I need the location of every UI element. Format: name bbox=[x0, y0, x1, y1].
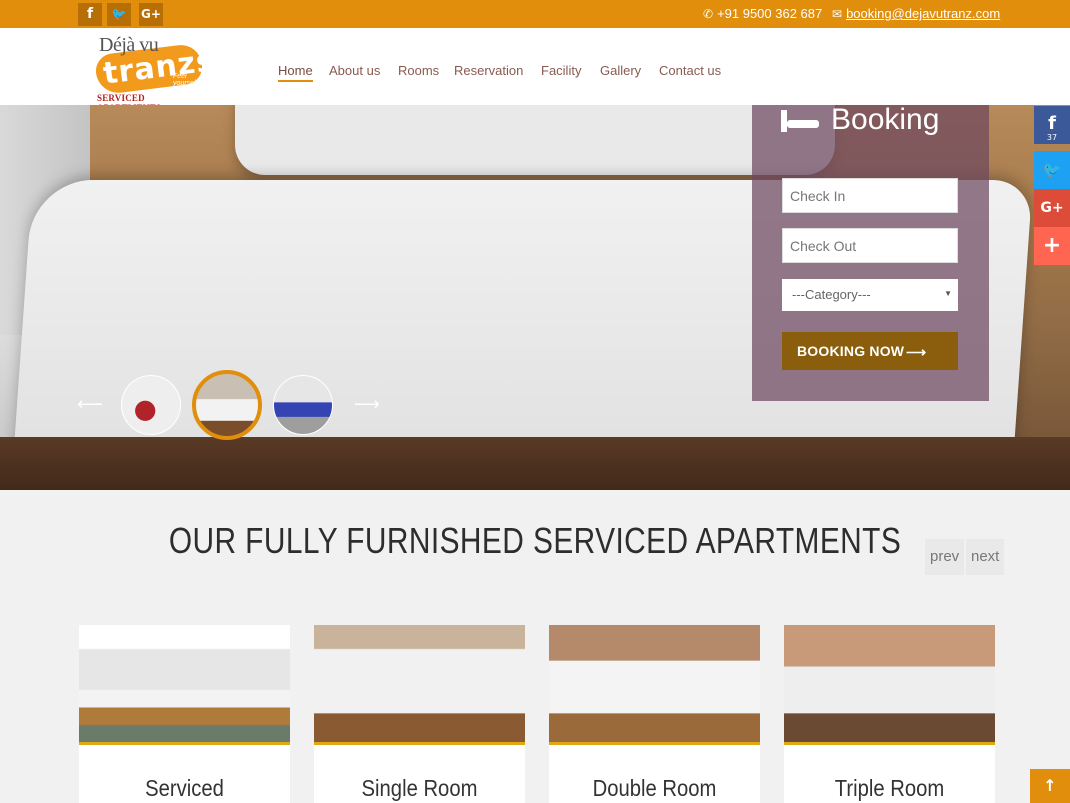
email-info: ✉ booking@dejavutranz.com bbox=[832, 6, 1000, 21]
hero-bed-back bbox=[235, 105, 835, 175]
nav-about-us[interactable]: About us bbox=[329, 63, 380, 78]
nav-rooms[interactable]: Rooms bbox=[398, 63, 439, 78]
nav-contact-us[interactable]: Contact us bbox=[659, 63, 721, 78]
phone-number: +91 9500 362 687 bbox=[717, 6, 823, 21]
facebook-share-icon: f bbox=[1048, 113, 1056, 134]
twitter-share-button[interactable]: 🐦 bbox=[1034, 151, 1070, 189]
slider-next-arrow[interactable]: ⟶ bbox=[354, 396, 380, 414]
more-share-button[interactable]: + bbox=[1034, 227, 1070, 265]
facebook-share-button[interactable]: f 37 bbox=[1034, 106, 1070, 144]
logo[interactable]: Déjà vu tranzs Feel yourself SERVICED AP… bbox=[93, 32, 217, 113]
room-card-title[interactable]: Triple Room bbox=[797, 775, 983, 802]
google-plus-share-icon: G+ bbox=[1040, 200, 1064, 216]
room-card-title[interactable]: Double Room bbox=[562, 775, 748, 802]
category-select[interactable]: ---Category--- ▼ bbox=[782, 279, 958, 311]
facebook-icon[interactable]: f bbox=[78, 3, 102, 26]
slider-prev-arrow[interactable]: ⟵ bbox=[77, 396, 103, 414]
section-title: OUR FULLY FURNISHED SERVICED APARTMENTS bbox=[168, 520, 902, 561]
whatsapp-icon: ✆ bbox=[703, 7, 714, 21]
email-link[interactable]: booking@dejavutranz.com bbox=[846, 6, 1000, 21]
twitter-share-icon: 🐦 bbox=[1042, 161, 1062, 179]
nav-home[interactable]: Home bbox=[278, 63, 313, 78]
room-card-triple-room[interactable]: Triple Room bbox=[784, 625, 995, 803]
phone-info: ✆ +91 9500 362 687 bbox=[703, 6, 822, 21]
booking-title: Booking bbox=[831, 103, 940, 136]
category-selected-value: ---Category--- bbox=[792, 287, 871, 302]
room-card-single-room[interactable]: Single Room bbox=[314, 625, 525, 803]
logo-tagline: Feel yourself bbox=[173, 73, 198, 87]
google-plus-icon[interactable]: G+ bbox=[139, 3, 163, 26]
booking-now-label: BOOKING NOW bbox=[797, 343, 905, 359]
room-card-double-room[interactable]: Double Room bbox=[549, 625, 760, 803]
nav-gallery[interactable]: Gallery bbox=[600, 63, 641, 78]
booking-panel: Booking Check In Check Out ---Category--… bbox=[752, 103, 989, 401]
facebook-share-count: 37 bbox=[1046, 133, 1058, 142]
check-in-field[interactable]: Check In bbox=[782, 178, 958, 213]
top-bar: f 🐦 G+ ✆ +91 9500 362 687 ✉ booking@dejavu… bbox=[0, 0, 1070, 28]
room-card-title[interactable]: Single Room bbox=[327, 775, 513, 802]
check-out-field[interactable]: Check Out bbox=[782, 228, 958, 263]
room-card-image[interactable] bbox=[314, 625, 525, 745]
room-card-image[interactable] bbox=[784, 625, 995, 745]
room-card-image[interactable] bbox=[79, 625, 290, 745]
nav-reservation[interactable]: Reservation bbox=[454, 63, 523, 78]
arrow-right-icon: ⟶ bbox=[906, 344, 927, 360]
hero-bed-frame bbox=[0, 437, 1070, 490]
carousel-prev-button[interactable]: prev bbox=[925, 539, 965, 575]
google-plus-share-button[interactable]: G+ bbox=[1034, 189, 1070, 227]
twitter-icon[interactable]: 🐦 bbox=[107, 3, 131, 26]
booking-heading: Booking bbox=[781, 103, 939, 137]
carousel-next-button[interactable]: next bbox=[966, 539, 1005, 575]
nav-active-indicator bbox=[278, 80, 313, 82]
arrow-up-icon: ↑ bbox=[1043, 776, 1057, 795]
slider-thumb-3[interactable] bbox=[273, 375, 333, 435]
plus-icon: + bbox=[1042, 233, 1062, 258]
booking-now-button[interactable]: BOOKING NOW ⟶ bbox=[782, 332, 958, 370]
bed-icon bbox=[781, 110, 819, 133]
room-card-serviced-apartments[interactable]: Serviced Apartments bbox=[79, 625, 290, 803]
nav-facility[interactable]: Facility bbox=[541, 63, 581, 78]
site-header: Déjà vu tranzs Feel yourself SERVICED AP… bbox=[0, 28, 1070, 113]
room-card-title[interactable]: Serviced Apartments bbox=[92, 775, 278, 803]
slider-thumb-1[interactable] bbox=[121, 375, 181, 435]
chevron-down-icon: ▼ bbox=[944, 289, 952, 298]
room-card-image[interactable] bbox=[549, 625, 760, 745]
back-to-top-button[interactable]: ↑ bbox=[1030, 769, 1070, 803]
slider-thumb-2-active[interactable] bbox=[192, 370, 262, 440]
envelope-icon: ✉ bbox=[832, 7, 843, 21]
